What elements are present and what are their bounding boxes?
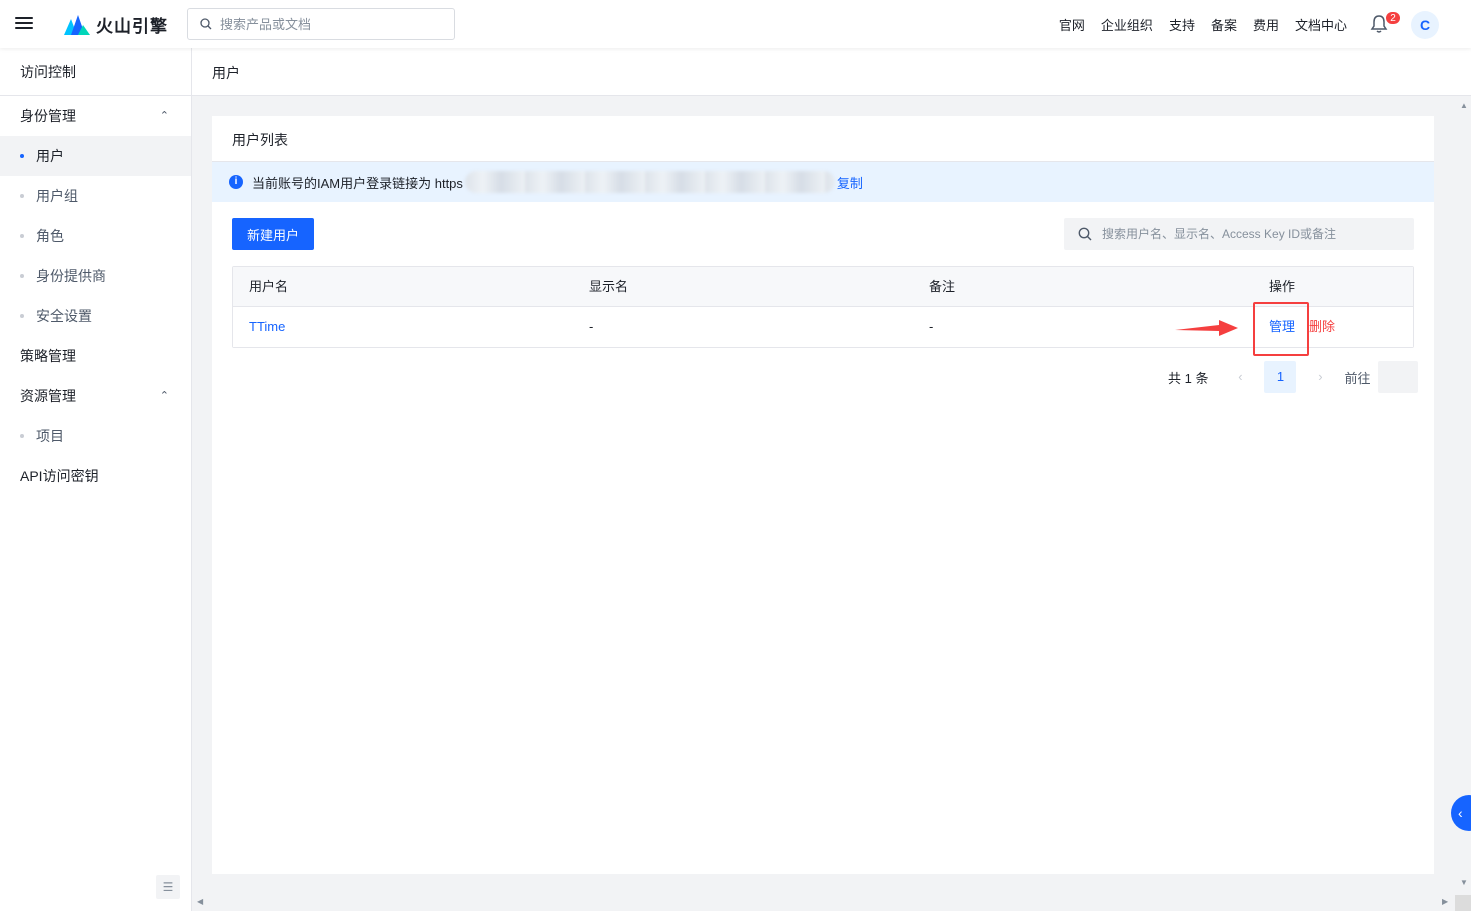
sidebar-group-policies[interactable]: 策略管理: [0, 336, 191, 376]
bullet-dot-icon: [20, 434, 24, 438]
nav-billing[interactable]: 费用: [1253, 15, 1279, 34]
bullet-dot-icon: [20, 314, 24, 318]
username-link[interactable]: TTime: [249, 307, 285, 347]
red-arrow-annotation-icon: [1175, 320, 1238, 336]
scroll-left-icon[interactable]: ◀: [197, 897, 203, 906]
user-search[interactable]: [1064, 218, 1414, 250]
copy-link-button[interactable]: 复制: [837, 173, 863, 192]
page-title: 用户: [212, 65, 240, 81]
sidebar-item-label: 项目: [36, 428, 64, 444]
scroll-down-icon[interactable]: ▼: [1460, 878, 1468, 887]
avatar[interactable]: C: [1411, 11, 1439, 39]
scrollbar-corner: [1455, 895, 1471, 911]
sidebar-item-user-groups[interactable]: 用户组: [0, 176, 191, 216]
global-search-input[interactable]: [220, 16, 440, 32]
delete-button[interactable]: 删除: [1309, 319, 1335, 334]
sidebar-group-label: 资源管理: [20, 388, 76, 404]
card-title: 用户列表: [232, 132, 288, 148]
search-icon: [200, 18, 212, 30]
new-user-button[interactable]: 新建用户: [232, 218, 314, 250]
vertical-scrollbar[interactable]: ▲ ▼: [1457, 96, 1471, 911]
brand-name: 火山引擎: [96, 16, 168, 36]
sidebar-group-label: API访问密钥: [20, 468, 99, 484]
bullet-dot-icon: [20, 234, 24, 238]
sidebar-group-label: 策略管理: [20, 348, 76, 364]
alert-text: 当前账号的IAM用户登录链接为 https: [252, 175, 463, 191]
bullet-dot-icon: [20, 194, 24, 198]
display-name-cell: -: [589, 319, 594, 334]
sidebar: 访问控制 身份管理 ⌃ 用户 用户组 角色 身份提供商 安全设置 策略管理 资源…: [0, 48, 192, 911]
bullet-dot-icon: [20, 274, 24, 278]
masked-login-url: [464, 171, 835, 193]
column-header-remark: 备注: [929, 279, 956, 294]
global-search[interactable]: [187, 8, 455, 40]
table-header: 用户名 显示名 备注 操作: [233, 267, 1413, 307]
column-header-display-name: 显示名: [589, 279, 629, 294]
nav-official-site[interactable]: 官网: [1059, 15, 1085, 34]
sidebar-item-projects[interactable]: 项目: [0, 416, 191, 456]
sidebar-item-roles[interactable]: 角色: [0, 216, 191, 256]
sidebar-group-identity[interactable]: 身份管理 ⌃: [0, 96, 191, 136]
pagination-total: 共 1 条: [1168, 370, 1209, 386]
sidebar-item-users[interactable]: 用户: [0, 136, 191, 176]
sidebar-group-api-keys[interactable]: API访问密钥: [0, 456, 191, 496]
page-number[interactable]: 1: [1264, 361, 1297, 393]
goto-label: 前往: [1344, 370, 1371, 386]
hamburger-menu-icon[interactable]: [14, 14, 34, 34]
scroll-right-icon[interactable]: ▶: [1442, 897, 1448, 906]
nav-support[interactable]: 支持: [1169, 15, 1195, 34]
sidebar-group-label: 身份管理: [20, 108, 76, 124]
bullet-dot-icon: [20, 154, 24, 158]
sidebar-title: 访问控制: [0, 48, 191, 96]
sidebar-item-label: 用户: [36, 148, 64, 164]
breadcrumb: 用户: [192, 48, 1471, 96]
chevron-up-icon: ⌃: [159, 110, 169, 122]
notification-badge: 2: [1385, 11, 1401, 25]
sidebar-item-label: 用户组: [36, 188, 78, 204]
login-link-alert: i 当前账号的IAM用户登录链接为 https 复制: [212, 162, 1434, 202]
sidebar-item-security-settings[interactable]: 安全设置: [0, 296, 191, 336]
volcano-logo-icon: [64, 15, 90, 35]
search-icon: [1078, 227, 1092, 241]
top-bar: 火山引擎 官网 企业组织 支持 备案 费用 文档中心 2 C: [0, 0, 1471, 48]
column-header-username: 用户名: [249, 279, 289, 294]
pagination: 共 1 条 ‹ 1 › 前往: [1168, 361, 1419, 393]
user-search-input[interactable]: [1102, 227, 1402, 241]
chevron-up-icon: ⌃: [159, 390, 169, 402]
user-list-card: 用户列表 i 当前账号的IAM用户登录链接为 https 复制 新建用户 用户名…: [212, 116, 1434, 874]
sidebar-item-label: 身份提供商: [36, 268, 106, 284]
brand-logo[interactable]: 火山引擎: [64, 12, 168, 36]
prev-page-icon[interactable]: ‹: [1224, 361, 1256, 393]
goto-page-input[interactable]: [1378, 361, 1419, 393]
nav-docs-center[interactable]: 文档中心: [1295, 15, 1347, 34]
sidebar-item-identity-providers[interactable]: 身份提供商: [0, 256, 191, 296]
horizontal-scrollbar[interactable]: ◀ ▶: [192, 895, 1457, 911]
collapse-sidebar-icon[interactable]: ☰: [156, 875, 180, 899]
remark-cell: -: [929, 319, 934, 334]
nav-organization[interactable]: 企业组织: [1101, 15, 1153, 34]
column-header-actions: 操作: [1269, 279, 1296, 294]
sidebar-item-label: 安全设置: [36, 308, 92, 324]
sidebar-group-resources[interactable]: 资源管理 ⌃: [0, 376, 191, 416]
expand-panel-chevron-left-icon[interactable]: ‹: [1451, 795, 1471, 831]
manage-highlight-box: [1253, 302, 1309, 356]
scroll-up-icon[interactable]: ▲: [1460, 101, 1468, 110]
info-icon: i: [229, 175, 243, 189]
sidebar-item-label: 角色: [36, 228, 64, 244]
nav-filing[interactable]: 备案: [1211, 15, 1237, 34]
next-page-icon[interactable]: ›: [1304, 361, 1336, 393]
top-nav: 官网 企业组织 支持 备案 费用 文档中心: [1043, 0, 1347, 48]
